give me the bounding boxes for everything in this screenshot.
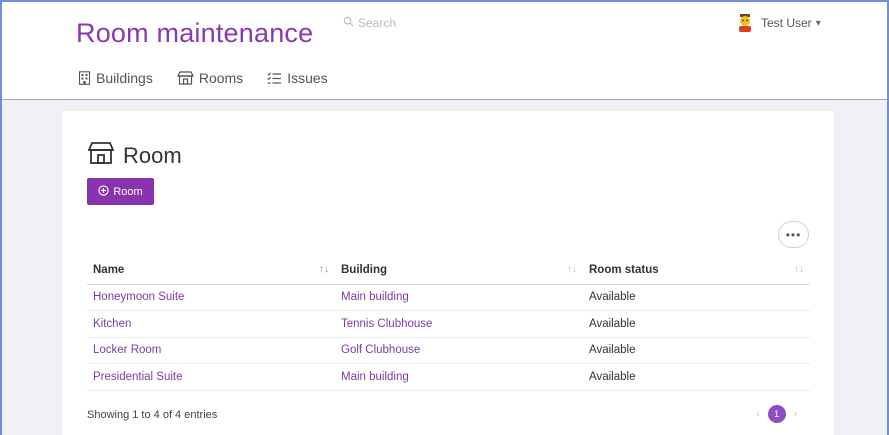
column-label: Room status bbox=[589, 263, 659, 276]
room-name-link[interactable]: Locker Room bbox=[87, 337, 335, 364]
column-header-room-status[interactable]: Room status ↑↓ bbox=[583, 256, 810, 285]
table-row: Kitchen Tennis Clubhouse Available bbox=[87, 310, 810, 338]
nav-item-buildings[interactable]: Buildings bbox=[78, 70, 153, 86]
table-row: Honeymoon Suite Main building Available bbox=[87, 284, 810, 311]
room-status: Available bbox=[583, 310, 810, 338]
table-info: Showing 1 to 4 of 4 entries bbox=[87, 409, 218, 421]
previous-page-button[interactable]: ‹ bbox=[756, 408, 760, 420]
more-options-button[interactable]: ••• bbox=[778, 221, 809, 248]
add-room-label: Room bbox=[113, 185, 143, 198]
sort-icon[interactable]: ↑↓ bbox=[319, 264, 329, 275]
chevron-down-icon: ▾ bbox=[815, 17, 821, 29]
nav-item-issues[interactable]: Issues bbox=[267, 70, 328, 86]
nav-label: Buildings bbox=[96, 70, 153, 86]
room-name-link[interactable]: Honeymoon Suite bbox=[87, 284, 335, 311]
room-icon bbox=[87, 141, 115, 171]
table-row: Presidential Suite Main building Availab… bbox=[87, 363, 810, 391]
main-nav: Buildings Rooms Issues bbox=[78, 70, 328, 86]
table-row: Locker Room Golf Clubhouse Available bbox=[87, 337, 810, 364]
room-status: Available bbox=[583, 363, 810, 391]
room-card: Room Room ••• Name ↑↓ Building ↑↓ Room s… bbox=[62, 111, 834, 435]
search-input[interactable] bbox=[358, 16, 478, 30]
next-page-button[interactable]: › bbox=[794, 408, 798, 420]
building-link[interactable]: Main building bbox=[335, 284, 583, 311]
avatar bbox=[737, 14, 753, 32]
sort-icon[interactable]: ↑↓ bbox=[794, 264, 804, 275]
user-name: Test User bbox=[761, 16, 812, 30]
room-status: Available bbox=[583, 284, 810, 311]
add-room-button[interactable]: Room bbox=[87, 178, 154, 205]
nav-label: Rooms bbox=[198, 70, 244, 86]
building-link[interactable]: Tennis Clubhouse bbox=[335, 310, 583, 338]
room-icon bbox=[176, 71, 194, 85]
pagination: ‹ 1 › bbox=[756, 405, 797, 423]
rooms-table: Name ↑↓ Building ↑↓ Room status ↑↓ Honey… bbox=[87, 256, 810, 391]
table-header-row: Name ↑↓ Building ↑↓ Room status ↑↓ bbox=[87, 256, 810, 285]
column-header-building[interactable]: Building ↑↓ bbox=[335, 256, 583, 285]
building-link[interactable]: Main building bbox=[335, 363, 583, 391]
room-name-link[interactable]: Kitchen bbox=[87, 310, 335, 338]
brand-title[interactable]: Room maintenance bbox=[76, 18, 313, 49]
user-menu[interactable]: Test User ▾ bbox=[737, 14, 821, 32]
plus-circle-icon bbox=[98, 184, 109, 199]
nav-label: Issues bbox=[287, 70, 328, 86]
search-box[interactable] bbox=[343, 16, 478, 30]
building-icon bbox=[78, 71, 91, 85]
nav-item-rooms[interactable]: Rooms bbox=[176, 70, 244, 86]
room-name-link[interactable]: Presidential Suite bbox=[87, 363, 335, 391]
column-label: Name bbox=[93, 263, 125, 276]
page-button-current[interactable]: 1 bbox=[767, 405, 786, 423]
app-header: Room maintenance Test User ▾ Buildings bbox=[0, 0, 889, 100]
column-label: Building bbox=[341, 263, 387, 276]
page-title-text: Room bbox=[123, 143, 182, 168]
room-status: Available bbox=[583, 337, 810, 364]
building-link[interactable]: Golf Clubhouse bbox=[335, 337, 583, 364]
search-icon bbox=[343, 16, 354, 30]
sort-icon[interactable]: ↑↓ bbox=[567, 264, 577, 275]
page-title: Room bbox=[87, 141, 182, 171]
issues-list-icon bbox=[267, 71, 282, 85]
column-header-name[interactable]: Name ↑↓ bbox=[87, 256, 335, 285]
